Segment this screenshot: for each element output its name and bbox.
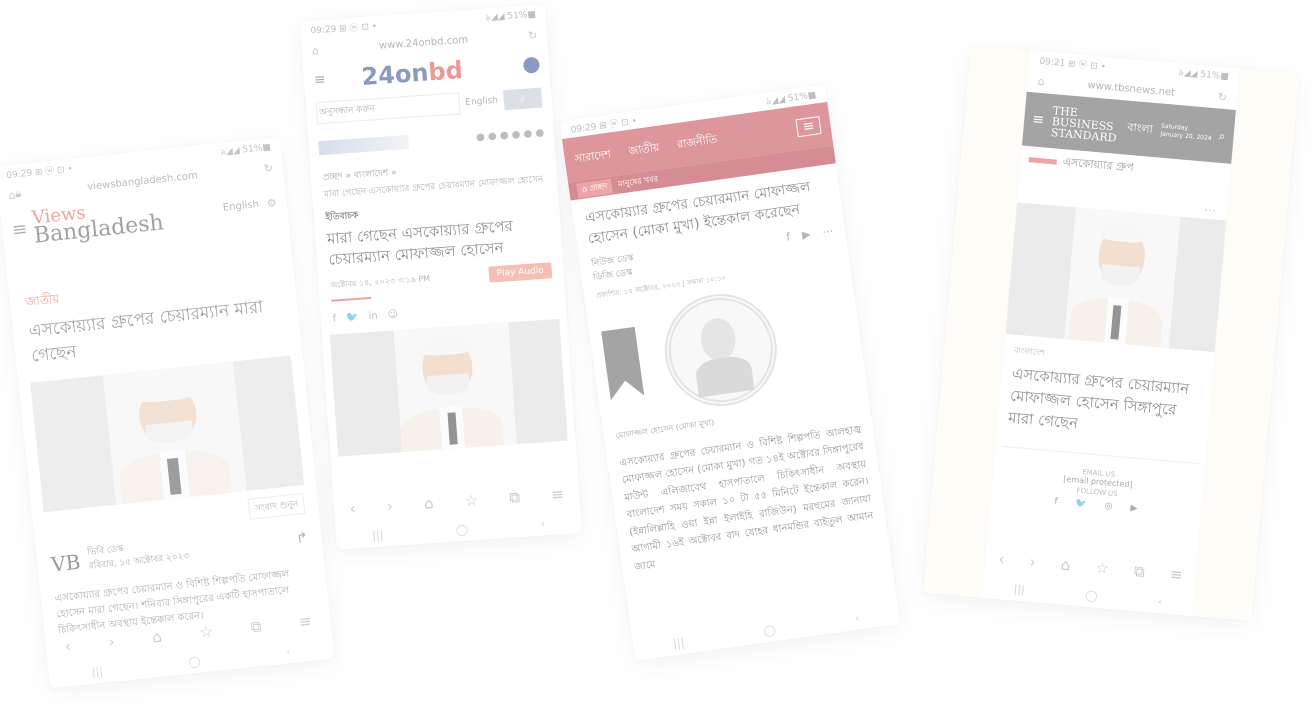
status-icons: ঌ◢◢ 51%■ xyxy=(485,9,537,23)
reload-icon[interactable]: ↻ xyxy=(528,28,538,42)
play-audio-button[interactable]: Play Audio xyxy=(488,262,553,283)
facebook-icon[interactable]: f xyxy=(332,314,336,325)
youtube-icon[interactable]: ▶ xyxy=(1130,504,1138,515)
forward-icon[interactable]: › xyxy=(386,497,393,515)
article-photo xyxy=(329,318,568,457)
language-link[interactable]: বাংলা xyxy=(1127,118,1154,139)
hamburger-icon[interactable]: ≡ xyxy=(795,116,822,138)
back-icon[interactable]: ‹ xyxy=(64,637,72,656)
phone-screenshot-tbsnews: 09:21 ⊞ ⓦ ⊡ • ঌ◢◢ 51%■ ⌂ www.tbsnews.net… xyxy=(922,44,1300,622)
twitter-icon[interactable]: 🐦 xyxy=(346,312,359,324)
phone-screen: 09:21 ⊞ ⓦ ⊡ • ঌ◢◢ 51%■ ⌂ www.tbsnews.net… xyxy=(982,49,1240,617)
search-button[interactable]: ⌕ xyxy=(503,87,543,111)
search-input[interactable] xyxy=(315,92,461,125)
bookmark-icon[interactable]: ☆ xyxy=(464,491,479,510)
publish-date: অক্টোবর ১৪, ২০২৩ ৩:১৯ PM xyxy=(329,273,431,290)
site-logo[interactable]: The Business Standard xyxy=(1050,104,1119,145)
phone-screenshot-viewsbangladesh: 09:29 ⊞ ⓦ ⊡ • ঌ◢◢ 51%■ ⌂ 🔒︎ viewsbanglad… xyxy=(0,136,335,689)
menu-icon[interactable]: ≡ xyxy=(11,219,28,241)
instagram-icon[interactable]: ◎ xyxy=(1104,501,1113,512)
youtube-icon[interactable]: ▶ xyxy=(801,228,811,242)
logo-suffix: bd xyxy=(427,56,464,87)
recents-icon[interactable]: ||| xyxy=(1013,582,1025,596)
menu-icon[interactable]: ≡ xyxy=(298,612,312,631)
home-button-icon[interactable]: ◯ xyxy=(763,623,777,638)
facebook-icon[interactable]: f xyxy=(1054,497,1058,507)
system-back-icon[interactable]: ‹ xyxy=(1157,595,1163,608)
reload-icon[interactable]: ↻ xyxy=(1217,90,1227,104)
article-photo xyxy=(30,355,305,513)
bookmark-ribbon-icon[interactable] xyxy=(601,326,644,400)
whatsapp-icon[interactable]: ☺ xyxy=(387,309,398,321)
menu-item-jatiyo[interactable]: জাতীয় xyxy=(627,138,660,161)
home-icon[interactable]: ⌂ xyxy=(1060,556,1071,575)
section-marker xyxy=(1028,157,1057,165)
tabs-icon[interactable]: ⧉ xyxy=(509,488,521,507)
logo-main: 24on xyxy=(360,58,430,92)
site-logo[interactable]: 24onbd xyxy=(361,56,464,91)
recents-icon[interactable]: ||| xyxy=(91,664,103,678)
back-icon[interactable]: ‹ xyxy=(998,550,1006,568)
menu-item-sara-desh[interactable]: সারাদেশ xyxy=(574,145,613,169)
back-icon[interactable]: ‹ xyxy=(349,500,356,518)
home-icon[interactable]: ⌂ xyxy=(151,628,162,647)
home-button-icon[interactable]: ◯ xyxy=(455,522,468,536)
linkedin-icon[interactable]: in xyxy=(368,311,378,323)
banner-image xyxy=(318,134,409,156)
recents-icon[interactable]: ||| xyxy=(672,636,685,650)
bookmark-icon[interactable]: ☆ xyxy=(1095,559,1110,578)
menu-icon[interactable]: ≡ xyxy=(551,485,565,504)
flags-icon: ● ● ● ● ● ● xyxy=(475,126,545,143)
section-title[interactable]: এসকোয়্যার গ্রুপ xyxy=(1062,153,1135,178)
home-button-icon[interactable]: ◯ xyxy=(188,654,202,668)
article-photo xyxy=(1005,202,1227,353)
menu-icon[interactable]: ≡ xyxy=(1169,565,1183,584)
menu-icon[interactable]: ≡ xyxy=(313,72,326,89)
home-button-icon[interactable]: ◯ xyxy=(1085,588,1098,602)
search-icon[interactable]: ⌕ xyxy=(1218,128,1226,144)
phone-screenshot-bangla-news: 09:29 ⊞ ⓦ ⊡ • ঌ◢◢ 51%■ সারাদেশ জাতীয় রা… xyxy=(559,84,901,661)
status-time: 09:29 ⊞ ⓦ ⊡ • xyxy=(310,21,378,36)
system-back-icon[interactable]: ‹ xyxy=(854,611,860,624)
twitter-icon[interactable]: 🐦 xyxy=(1075,499,1087,510)
more-icon[interactable]: ⋯ xyxy=(821,224,834,238)
bookmark-icon[interactable]: ☆ xyxy=(199,622,214,641)
language-link[interactable]: English xyxy=(465,96,498,108)
menu-item-rajniti[interactable]: রাজনীতি xyxy=(676,130,718,154)
home-icon: ⌂ xyxy=(581,183,588,194)
forward-icon[interactable]: › xyxy=(1029,553,1037,571)
gear-icon[interactable]: ⚙ xyxy=(266,197,277,211)
portrait-photo xyxy=(657,286,784,413)
home-chip-label: প্রচ্ছদ xyxy=(588,180,608,193)
system-back-icon[interactable]: ‹ xyxy=(540,517,545,530)
recents-icon[interactable]: ||| xyxy=(372,528,384,542)
more-options-icon[interactable]: ⋯ xyxy=(1203,203,1217,218)
system-nav-bar: ||| ◯ ‹ xyxy=(631,599,901,661)
tabs-icon[interactable]: ⧉ xyxy=(1133,562,1145,581)
forward-icon[interactable]: › xyxy=(108,633,116,652)
audio-progress xyxy=(331,297,372,302)
phone-screenshot-24onbd: 09:29 ⊞ ⓦ ⊡ • ঌ◢◢ 51%■ ⌂ www.24onbd.com … xyxy=(299,4,583,550)
site-logo[interactable]: Views Bangladesh xyxy=(31,197,165,249)
language-link[interactable]: English xyxy=(222,200,259,215)
home-icon[interactable]: ⌂ xyxy=(423,494,434,513)
menu-icon[interactable]: ≡ xyxy=(1032,111,1045,128)
author-logo: VB xyxy=(50,549,82,577)
system-back-icon[interactable]: ‹ xyxy=(286,645,292,658)
facebook-icon[interactable]: f xyxy=(785,230,791,243)
share-icon[interactable]: ↱ xyxy=(295,530,308,547)
reload-icon[interactable]: ↻ xyxy=(263,161,274,175)
tabs-icon[interactable]: ⧉ xyxy=(250,617,263,636)
user-icon[interactable] xyxy=(522,56,540,74)
